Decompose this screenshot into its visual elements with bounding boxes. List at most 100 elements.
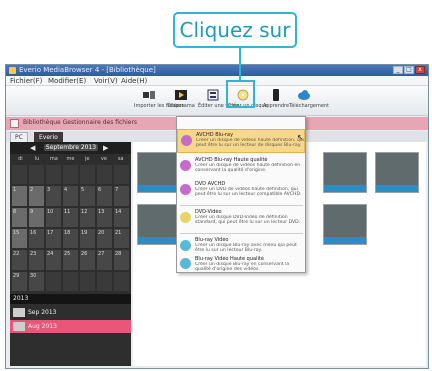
calendar-day[interactable]: 5 [80,186,95,206]
menu-item-avchd-bluray-hq[interactable]: AVCHD Blu-ray Haute qualité Créer un dis… [177,155,305,179]
tab-everio[interactable]: Everio [34,132,63,142]
calendar-day[interactable]: 16 [29,229,44,249]
calendar-day[interactable]: 27 [97,250,112,270]
learn-button[interactable]: Apprendre [261,88,291,115]
calendar-day [46,271,61,291]
calendar-day [63,165,78,185]
calendar-day[interactable]: 23 [29,250,44,270]
thumbnail-bar [324,237,366,244]
upload-button[interactable]: Téléchargement [289,88,330,115]
import-label: Importer les fichiers [134,103,185,109]
disc-icon [180,240,191,251]
window-title: Everio MediaBrowser 4 - [Bibliothèque] [19,66,156,74]
video-thumbnail[interactable] [323,152,367,193]
thumbnail-bar [138,237,180,244]
menu-item-avchd-bluray[interactable]: AVCHD Blu-ray Créer un disque de vidéos … [177,129,305,153]
weekday: lu [34,156,40,162]
calendar-day[interactable]: 20 [97,229,112,249]
menu-edit[interactable]: Modifier(E) [48,77,86,85]
calendar-day[interactable]: 22 [12,250,27,270]
close-button[interactable]: x [415,66,425,74]
slideshow-icon [175,90,187,100]
video-thumbnail[interactable] [323,204,367,245]
calendar-day [12,165,27,185]
menu-item-desc: Créer un disque de vidéos haute définiti… [195,163,301,173]
tab-pc[interactable]: PC [10,132,28,142]
calendar-day [80,165,95,185]
calendar-day[interactable]: 9 [29,207,44,227]
calendar-day [29,165,44,185]
cursor-icon: ↖ [297,133,304,142]
menu-file[interactable]: Fichier(F) [10,77,42,85]
calendar-day[interactable]: 17 [46,229,61,249]
thumbnail-bar [324,185,366,192]
calendar-day[interactable]: 26 [80,250,95,270]
calendar-day[interactable]: 19 [80,229,95,249]
slideshow-button[interactable]: Diaporama [166,88,196,115]
calendar-day[interactable]: 11 [63,207,78,227]
year-header: 2013 [10,294,131,304]
menu-separator [180,205,303,206]
video-thumbnail[interactable] [137,152,181,193]
calendar-day [114,271,129,291]
screenshot-stage: Everio MediaBrowser 4 - [Bibliothèque] _… [0,0,432,371]
disc-icon [180,212,191,223]
next-month-button[interactable]: ▶ [103,144,108,152]
menu-bar: Fichier(F) Modifier(E) Voir(V) Aide(H) [6,76,428,86]
calendar-day[interactable]: 14 [114,207,129,227]
calendar-day[interactable]: 1 [12,186,27,206]
create-disc-highlight [226,80,255,108]
list-item[interactable]: Sep 2013 [10,306,131,319]
upload-label: Téléchargement [289,103,330,109]
calendar-day[interactable]: 28 [114,250,129,270]
phone-icon [273,89,279,101]
menu-separator [180,233,303,234]
menu-help[interactable]: Aide(H) [121,77,147,85]
calendar-day[interactable]: 18 [63,229,78,249]
title-bar: Everio MediaBrowser 4 - [Bibliothèque] _… [6,65,428,76]
home-icon[interactable] [10,119,19,128]
calendar-day[interactable]: 13 [97,207,112,227]
calendar-day [46,165,61,185]
calendar-day[interactable]: 10 [46,207,61,227]
list-item-selected[interactable]: Aug 2013 [10,320,131,333]
disc-icon [180,258,191,269]
calendar-grid: 1 2 3 4 5 6 7 8 9 10 11 12 13 14 15 16 17 18 19 20 21 22 23 24 2… [12,165,129,291]
edit-video-icon [207,89,219,101]
calendar-day[interactable]: 6 [97,186,112,206]
slideshow-label: Diaporama [167,103,195,109]
video-thumbnail[interactable] [137,204,181,245]
calendar-day[interactable]: 7 [114,186,129,206]
calendar-day[interactable]: 4 [63,186,78,206]
prev-month-button[interactable]: ◀ [30,144,35,152]
calendar-day[interactable]: 15 [12,229,27,249]
import-icon [143,91,155,99]
list-item-label: Sep 2013 [28,309,57,316]
calendar-weekdays: di lu ma me je ve sa [12,156,129,164]
calendar-day[interactable]: 12 [80,207,95,227]
calendar-day[interactable]: 2 [29,186,44,206]
calendar-day[interactable]: 8 [12,207,27,227]
disc-icon [180,184,191,195]
app-icon [9,67,16,74]
instruction-callout: Cliquez sur [173,12,297,48]
video-thumbnail[interactable] [375,152,419,193]
minimize-button[interactable]: _ [393,66,403,74]
calendar-day [97,165,112,185]
menu-item-dvd-avchd[interactable]: DVD AVCHD Créer un DVD de vidéos haute d… [177,179,305,203]
thumbnail [13,322,25,331]
edit-video-button[interactable]: Éditer une vidéo [198,88,239,115]
calendar-day[interactable]: 29 [12,271,27,291]
learn-label: Apprendre [262,103,290,109]
calendar-day[interactable]: 21 [114,229,129,249]
menu-item-dvd-video[interactable]: DVD-Vidéo Créer un disque DVD-Vidéo de d… [177,207,305,231]
maximize-button[interactable]: □ [404,66,414,74]
import-button[interactable]: Importer les fichiers [134,88,185,115]
menu-item-bluray-video-hq[interactable]: Blu-ray Vidéo Haute qualité Créer un dis… [177,254,305,273]
calendar-day[interactable]: 24 [46,250,61,270]
menu-item-desc: Créer un disque de vidéos haute définiti… [196,138,304,148]
calendar-day[interactable]: 25 [63,250,78,270]
calendar-day[interactable]: 3 [46,186,61,206]
menu-view[interactable]: Voir(V) [94,77,118,85]
calendar-day[interactable]: 30 [29,271,44,291]
